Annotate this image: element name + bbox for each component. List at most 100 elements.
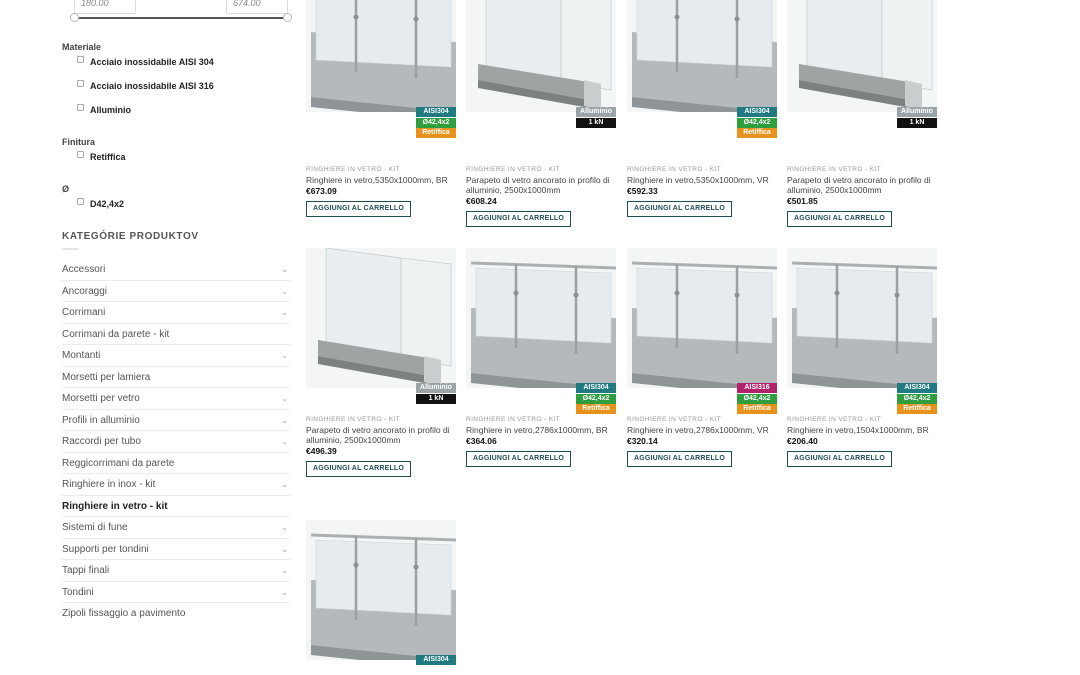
filter-option[interactable]: Acciaio inossidabile AISI 316 [77,79,214,91]
product-badge: Alluminio [897,107,937,117]
product-title[interactable]: Ringhiere in vetro,2786x1000mm, BR [466,425,616,435]
add-to-cart-button[interactable]: AGGIUNGI AL CARRELLO [466,211,571,227]
sidebar-category-item[interactable]: Morsetti per lamiera [62,367,290,388]
sidebar-category-item[interactable]: Supporti per tondini ⌄ [62,539,290,561]
chevron-down-icon[interactable]: ⌄ [281,431,288,453]
product-title[interactable]: Ringhiere in vetro,1504x1000mm, BR [787,425,937,435]
sidebar-category-item[interactable]: Sistemi di fune ⌄ [62,517,290,539]
chevron-down-icon[interactable]: ⌄ [281,259,288,281]
chevron-down-icon[interactable]: ⌄ [281,539,288,561]
checkbox[interactable] [77,103,84,111]
product-image[interactable] [306,0,456,112]
product-category[interactable]: RINGHIERE IN VETRO - KIT [306,416,400,423]
category-label: Ringhiere in vetro - kit [62,500,168,512]
sidebar-category-item[interactable]: Tappi finali ⌄ [62,560,290,582]
sidebar-category-item[interactable]: Reggicorrimani da parete [62,453,290,474]
product-category[interactable]: RINGHIERE IN VETRO - KIT [306,166,400,173]
chevron-down-icon[interactable]: ⌄ [281,281,288,303]
product-category[interactable]: RINGHIERE IN VETRO - KIT [627,416,721,423]
filter-option[interactable]: Alluminio [77,103,131,115]
sidebar-category-item[interactable]: Ancoraggi ⌄ [62,281,290,303]
chevron-down-icon[interactable]: ⌄ [281,560,288,582]
product-category[interactable]: RINGHIERE IN VETRO - KIT [787,416,881,423]
checkbox[interactable] [77,79,84,87]
category-label: Montanti [62,350,101,361]
product-badge: Retiffica [737,128,777,138]
product-title[interactable]: Parapeto di vetro ancorato in profilo di… [466,175,616,195]
product-badge: Alluminio [576,107,616,117]
product-badge: Retiffica [737,404,777,414]
chevron-down-icon[interactable]: ⌄ [281,410,288,432]
price-slider-min-handle[interactable] [70,13,79,22]
price-slider-track[interactable] [74,17,288,19]
sidebar-category-item[interactable]: Montanti ⌄ [62,345,290,367]
sidebar-category-item[interactable]: Corrimani ⌄ [62,302,290,324]
add-to-cart-button[interactable]: AGGIUNGI AL CARRELLO [466,451,571,467]
checkbox[interactable] [77,150,84,158]
sidebar-category-item[interactable]: Ringhiere in vetro - kit [62,496,290,517]
category-label: Accessori [62,264,106,275]
sidebar-category-item[interactable]: Accessori ⌄ [62,259,290,281]
product-title[interactable]: Parapeto di vetro ancorato in profilo di… [787,175,937,195]
product-category[interactable]: RINGHIERE IN VETRO - KIT [787,166,881,173]
category-label: Ancoraggi [62,285,108,297]
chevron-down-icon[interactable]: ⌄ [281,345,288,367]
chevron-down-icon[interactable]: ⌄ [281,302,288,324]
product-price: €501.85 [787,196,818,206]
sidebar-category-item[interactable]: Morsetti per vetro ⌄ [62,388,290,410]
categories-heading: KATEGÓRIE PRODUKTOV [62,231,199,242]
chevron-down-icon[interactable]: ⌄ [281,582,288,604]
chevron-down-icon[interactable]: ⌄ [281,517,288,539]
product-category[interactable]: RINGHIERE IN VETRO - KIT [466,166,560,173]
checkbox[interactable] [77,197,84,205]
price-min-field[interactable]: 180.00 [74,0,136,14]
sidebar-category-item[interactable]: Zipoli fissaggio a pavimento [62,603,290,625]
product-badges: AISI304 Ø42,4x2 Retiffica [416,107,456,138]
category-label: Raccordi per tubo [62,436,141,447]
product-price: €206.40 [787,436,818,446]
sidebar-category-item[interactable]: Profili in alluminio ⌄ [62,410,290,432]
sidebar-category-item[interactable]: Ringhiere in inox - kit ⌄ [62,474,290,496]
product-image[interactable] [787,248,937,388]
product-image[interactable] [306,520,456,660]
product-badge: Alluminio [416,383,456,393]
product-image[interactable] [306,248,456,388]
product-category[interactable]: RINGHIERE IN VETRO - KIT [466,416,560,423]
product-image[interactable] [627,0,777,112]
product-title[interactable]: Ringhiere in vetro,5350x1000mm, BR [306,175,456,185]
chevron-down-icon[interactable]: ⌄ [281,388,288,410]
add-to-cart-button[interactable]: AGGIUNGI AL CARRELLO [627,201,732,217]
product-image[interactable] [466,0,616,112]
add-to-cart-button[interactable]: AGGIUNGI AL CARRELLO [306,461,411,477]
filter-title-finitura: Finitura [62,137,95,147]
product-badge: Ø42,4x2 [897,393,937,404]
chevron-down-icon[interactable]: ⌄ [281,474,288,496]
sidebar-category-item[interactable]: Tondini ⌄ [62,582,290,604]
add-to-cart-button[interactable]: AGGIUNGI AL CARRELLO [787,211,892,227]
price-max-field[interactable]: 674.00 [226,0,288,14]
sidebar-category-item[interactable]: Raccordi per tubo ⌄ [62,431,290,453]
add-to-cart-button[interactable]: AGGIUNGI AL CARRELLO [787,451,892,467]
product-image[interactable] [787,0,937,112]
product-badges: AISI304 [416,655,456,665]
product-badge: Ø42,4x2 [737,117,777,128]
filter-option[interactable]: Retiffica [77,150,126,162]
product-title[interactable]: Parapeto di vetro ancorato in profilo di… [306,425,456,445]
sidebar-category-item[interactable]: Corrimani da parete - kit [62,324,290,345]
add-to-cart-button[interactable]: AGGIUNGI AL CARRELLO [306,201,411,217]
filter-option[interactable]: Acciaio inossidabile AISI 304 [77,55,214,67]
product-badge: Retiffica [576,404,616,414]
product-image[interactable] [627,248,777,388]
product-image[interactable] [466,248,616,388]
product-badge: AISI304 [737,107,777,117]
product-category[interactable]: RINGHIERE IN VETRO - KIT [627,166,721,173]
add-to-cart-button[interactable]: AGGIUNGI AL CARRELLO [627,451,732,467]
product-badge: AISI304 [416,107,456,117]
price-slider-max-handle[interactable] [283,13,292,22]
filter-option[interactable]: D42,4x2 [77,197,124,209]
product-title[interactable]: Ringhiere in vetro,5350x1000mm, VR [627,175,777,185]
checkbox[interactable] [77,55,84,63]
product-badge: Ø42,4x2 [737,393,777,404]
product-title[interactable]: Ringhiere in vetro,2786x1000mm, VR [627,425,777,435]
product-badge: Ø42,4x2 [576,393,616,404]
